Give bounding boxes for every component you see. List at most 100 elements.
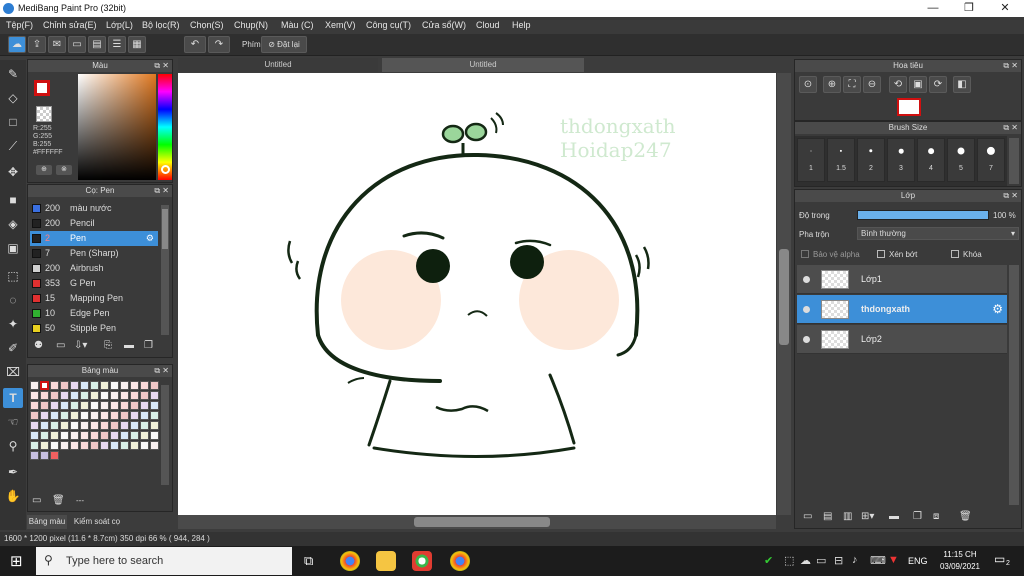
menu-file[interactable]: Tệp(F) — [6, 20, 33, 30]
palette-swatch[interactable] — [40, 401, 49, 410]
palette-swatch[interactable] — [90, 441, 99, 450]
cloud-icon[interactable]: ☁ — [8, 36, 26, 53]
layer-row[interactable]: Lớp2 — [797, 325, 1007, 354]
palette-swatch[interactable] — [80, 431, 89, 440]
zoom-fit-icon[interactable]: ⊙ — [799, 76, 817, 93]
lock-checkbox[interactable] — [951, 250, 959, 258]
battery-icon[interactable]: ▭ — [816, 554, 826, 567]
menu-view[interactable]: Xem(V) — [325, 20, 356, 30]
notification-icon[interactable]: ▭ — [994, 552, 1005, 566]
palette-swatch[interactable] — [90, 431, 99, 440]
palette-swatch[interactable] — [110, 391, 119, 400]
clock[interactable]: 11:15 CH 03/09/2021 — [935, 549, 985, 573]
palette-swatch[interactable] — [150, 391, 159, 400]
search-box[interactable]: ⚲ Type here to search — [36, 547, 292, 575]
palette-swatch[interactable] — [80, 411, 89, 420]
task-view-icon[interactable]: ⧉ — [304, 553, 313, 569]
brush-item[interactable]: 353 G Pen — [30, 276, 158, 291]
dropper-tool-icon[interactable]: ✒ — [3, 462, 23, 482]
palette-swatch[interactable] — [40, 391, 49, 400]
drawing-canvas[interactable]: thdongxath Hoidap247 — [178, 73, 776, 515]
chrome-icon[interactable] — [340, 551, 360, 571]
canvas-tab-1[interactable]: Untitled — [178, 58, 378, 72]
palette-swatch[interactable] — [130, 421, 139, 430]
palette-new-icon[interactable]: ▭ — [32, 495, 41, 506]
network-icon[interactable]: ⊟ — [834, 554, 843, 567]
tab-palette[interactable]: Bảng màu — [27, 515, 67, 529]
palette-swatch[interactable] — [110, 421, 119, 430]
text-tool-icon[interactable]: T — [3, 388, 23, 408]
flip-icon[interactable]: ◧ — [953, 76, 971, 93]
tab-brush-control[interactable]: Kiểm soát cọ — [70, 515, 124, 529]
brush-size-option[interactable]: 1.5 — [827, 138, 855, 182]
palette-swatch[interactable] — [70, 431, 79, 440]
palette-swatch[interactable] — [60, 381, 69, 390]
fill-rect-tool-icon[interactable]: ■ — [3, 190, 23, 210]
security-icon[interactable]: ✔ — [764, 554, 773, 567]
palette-swatch[interactable] — [140, 411, 149, 420]
palette-swatch[interactable] — [150, 421, 159, 430]
volume-icon[interactable]: ♪ — [852, 554, 858, 566]
palette-swatch[interactable] — [40, 431, 49, 440]
close-button[interactable]: ✕ — [988, 0, 1022, 17]
clipping-checkbox[interactable] — [877, 250, 885, 258]
visibility-icon[interactable] — [803, 276, 810, 283]
palette-swatch[interactable] — [100, 411, 109, 420]
merge-layer-icon[interactable]: ⧈ — [933, 511, 939, 522]
palette-swatch[interactable] — [90, 381, 99, 390]
chrome-profile-icon[interactable] — [450, 551, 470, 571]
brush-size-scrollbar[interactable] — [1009, 138, 1019, 184]
palette-swatch[interactable] — [70, 401, 79, 410]
palette-swatch[interactable] — [50, 441, 59, 450]
palette-swatch[interactable] — [110, 441, 119, 450]
palette-swatch[interactable] — [100, 441, 109, 450]
layer-row[interactable]: Lớp1 — [797, 265, 1007, 294]
palette-swatch[interactable] — [50, 421, 59, 430]
layer-row[interactable]: thdongxath ⚙ — [797, 295, 1007, 324]
palette-swatch[interactable] — [90, 391, 99, 400]
brush-size-option[interactable]: 1 — [797, 138, 825, 182]
palette-swatch[interactable] — [60, 421, 69, 430]
palette-swatch[interactable] — [30, 421, 39, 430]
language-indicator[interactable]: ENG — [908, 556, 928, 566]
menu-tools[interactable]: Công cụ(T) — [366, 20, 411, 30]
palette-swatch[interactable] — [50, 451, 59, 460]
delete-layer-icon[interactable]: 🗑 — [959, 511, 972, 522]
wifi-icon[interactable]: ☁ — [800, 554, 811, 567]
palette-swatch[interactable] — [70, 411, 79, 420]
palette-swatch[interactable] — [140, 421, 149, 430]
add-layer-menu-icon[interactable]: ⊞▾ — [861, 511, 874, 522]
keyboard-icon[interactable]: ⌨ — [870, 554, 886, 567]
panel-controls-icon[interactable]: ⧉ ✕ — [154, 185, 169, 197]
select-pen-tool-icon[interactable]: ✐ — [3, 338, 23, 358]
brush-scrollbar[interactable] — [161, 205, 169, 335]
palette-swatch[interactable] — [30, 431, 39, 440]
maximize-button[interactable]: ❐ — [952, 0, 986, 17]
palette-swatch[interactable] — [140, 431, 149, 440]
tray-icon[interactable]: ⬚ — [784, 554, 794, 567]
palette-swatch[interactable] — [130, 381, 139, 390]
eraser-tool-icon[interactable]: ◇ — [3, 88, 23, 108]
palette-swatch[interactable] — [120, 391, 129, 400]
display-icon[interactable]: ▭ — [68, 36, 86, 53]
palette-swatch[interactable] — [60, 411, 69, 420]
line-tool-icon[interactable]: ⟋ — [3, 136, 23, 156]
comment-icon[interactable]: ✉ — [48, 36, 66, 53]
menu-window[interactable]: Cửa sổ(W) — [422, 20, 466, 30]
palette-swatch[interactable] — [90, 421, 99, 430]
select-eraser-tool-icon[interactable]: ⌧ — [3, 362, 23, 382]
palette-swatch[interactable] — [40, 421, 49, 430]
palette-swatch[interactable] — [120, 421, 129, 430]
rect-tool-icon[interactable]: □ — [3, 112, 23, 132]
menu-edit[interactable]: Chỉnh sửa(E) — [43, 20, 97, 30]
brush-item[interactable]: 200 Pencil — [30, 216, 158, 231]
palette-swatch[interactable] — [70, 421, 79, 430]
palette-swatch[interactable] — [30, 381, 39, 390]
palette-swatch[interactable] — [140, 441, 149, 450]
brush-add-icon[interactable]: ⚉ — [34, 340, 43, 351]
visibility-icon[interactable] — [803, 306, 810, 313]
canvas-vertical-scrollbar[interactable] — [777, 73, 791, 515]
palette-swatch[interactable] — [70, 381, 79, 390]
layer-scrollbar[interactable] — [1009, 265, 1019, 505]
palette-swatch[interactable] — [90, 411, 99, 420]
